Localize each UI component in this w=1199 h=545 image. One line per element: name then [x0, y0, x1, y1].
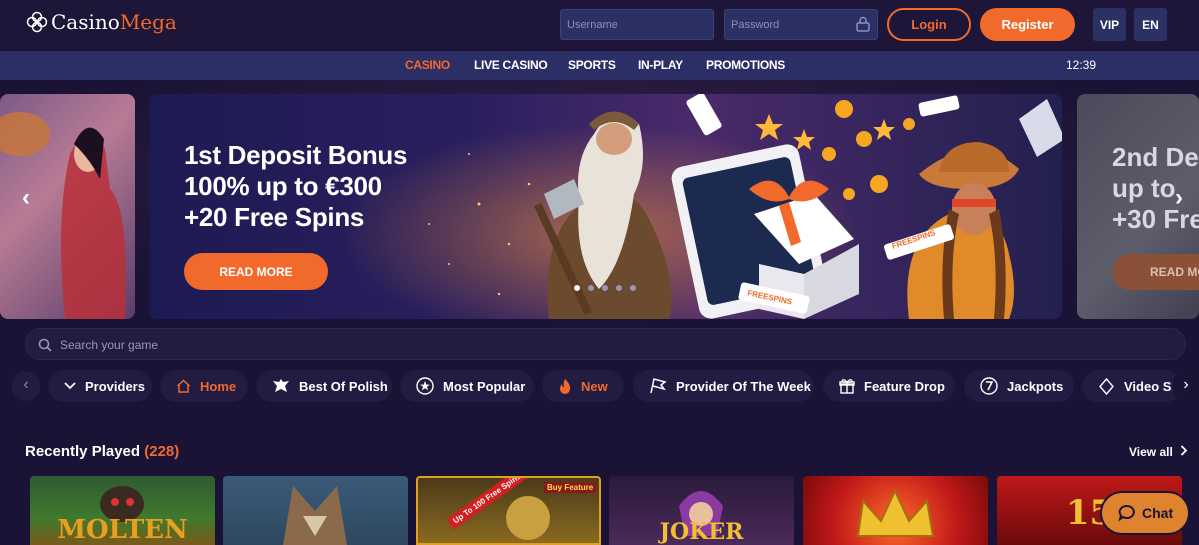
wolf-artwork: [283, 486, 347, 545]
card-icon: [1099, 377, 1114, 395]
chip-video-slots[interactable]: Video Sl: [1082, 370, 1182, 402]
clock: 12:39: [1066, 58, 1097, 72]
carousel-dot[interactable]: [616, 285, 622, 291]
chevron-down-icon: [64, 382, 76, 390]
login-button[interactable]: Login: [887, 8, 971, 41]
buy-feature-badge: Buy Feature: [544, 482, 597, 493]
next-slide-button: READ MO: [1112, 254, 1199, 290]
home-icon: [176, 379, 191, 393]
chip-new[interactable]: New: [542, 370, 624, 402]
chat-bubble-icon: [1118, 505, 1135, 522]
nav-promotions[interactable]: PROMOTIONS: [706, 58, 785, 72]
game-title: MOLTEN: [57, 515, 188, 545]
star-badge-icon: [416, 377, 434, 395]
game-tile[interactable]: [803, 476, 988, 545]
nav-live-casino[interactable]: LIVE CASINO: [474, 58, 548, 72]
read-more-button[interactable]: READ MORE: [184, 253, 328, 290]
view-all-link[interactable]: View all: [1129, 445, 1188, 459]
chips-scroll-left-icon[interactable]: ‹: [12, 371, 40, 401]
heroine-illustration: [0, 112, 126, 319]
chevron-right-icon: [1181, 445, 1188, 456]
carousel-prev-arrow-icon[interactable]: ‹: [22, 184, 30, 212]
carousel-dot[interactable]: [602, 285, 608, 291]
chip-best-of-polish[interactable]: Best Of Polish: [256, 370, 392, 402]
chip-feature-drop[interactable]: Feature Drop: [823, 370, 955, 402]
chip-provider-of-the-week[interactable]: Provider Of The Week: [633, 370, 814, 402]
crown-artwork: [856, 488, 935, 537]
carousel-dot[interactable]: [588, 285, 594, 291]
carousel-next-arrow-icon[interactable]: ›: [1175, 184, 1183, 212]
carousel-dot[interactable]: [574, 285, 580, 291]
next-slide-title: 2nd De up to +30 Fre: [1112, 142, 1199, 234]
chat-button[interactable]: Chat: [1100, 491, 1190, 535]
chip-jackpots[interactable]: Jackpots: [964, 370, 1074, 402]
previous-slide-preview[interactable]: [0, 94, 135, 319]
carousel-dots: [574, 285, 644, 291]
register-button[interactable]: Register: [980, 8, 1075, 41]
hero-title: 1st Deposit Bonus 100% up to €300 +20 Fr…: [184, 140, 408, 232]
game-title: JOKER: [659, 519, 744, 545]
flag-icon: [650, 378, 667, 394]
seven-icon: [980, 377, 998, 395]
top-header: CasinoMega Login Register VIP EN: [0, 0, 1199, 50]
hero-slide[interactable]: FREESPINS FREESPINS 1st Deposit Bonus 10…: [149, 94, 1062, 319]
main-nav: CASINO LIVE CASINO SPORTS IN-PLAY PROMOT…: [0, 51, 1199, 80]
game-tile[interactable]: MOLTEN: [30, 476, 215, 545]
nav-in-play[interactable]: IN-PLAY: [638, 58, 683, 72]
eagle-icon: [273, 379, 289, 392]
username-input[interactable]: [560, 9, 714, 40]
password-input[interactable]: [724, 9, 878, 40]
language-button[interactable]: EN: [1134, 8, 1167, 41]
search-input[interactable]: [60, 335, 1160, 355]
fire-icon: [560, 378, 571, 394]
vip-button[interactable]: VIP: [1093, 8, 1126, 41]
game-tile[interactable]: JOKER: [609, 476, 794, 545]
search-icon: [38, 338, 52, 352]
chip-providers[interactable]: Providers: [48, 370, 152, 402]
carousel-dot[interactable]: [630, 285, 636, 291]
chip-home[interactable]: Home: [160, 370, 248, 402]
nav-sports[interactable]: SPORTS: [568, 58, 616, 72]
logo[interactable]: Casino Mega: [26, 10, 177, 34]
clover-logo-icon: [26, 11, 48, 33]
game-search[interactable]: [25, 328, 1186, 360]
logo-text-casino: Casino: [51, 10, 120, 34]
game-tile[interactable]: [223, 476, 408, 545]
game-tile[interactable]: Up To 100 Free Spins Buy Feature: [416, 476, 601, 545]
recently-played-count: (228): [144, 443, 180, 460]
lock-icon[interactable]: [856, 16, 870, 32]
chips-scroll-right-icon[interactable]: ›: [1172, 371, 1199, 401]
gift-icon: [839, 379, 855, 394]
nav-casino[interactable]: CASINO: [405, 58, 450, 72]
chip-most-popular[interactable]: Most Popular: [400, 370, 534, 402]
recently-played-heading: Recently Played (228): [25, 443, 180, 460]
logo-text-mega: Mega: [119, 10, 177, 34]
